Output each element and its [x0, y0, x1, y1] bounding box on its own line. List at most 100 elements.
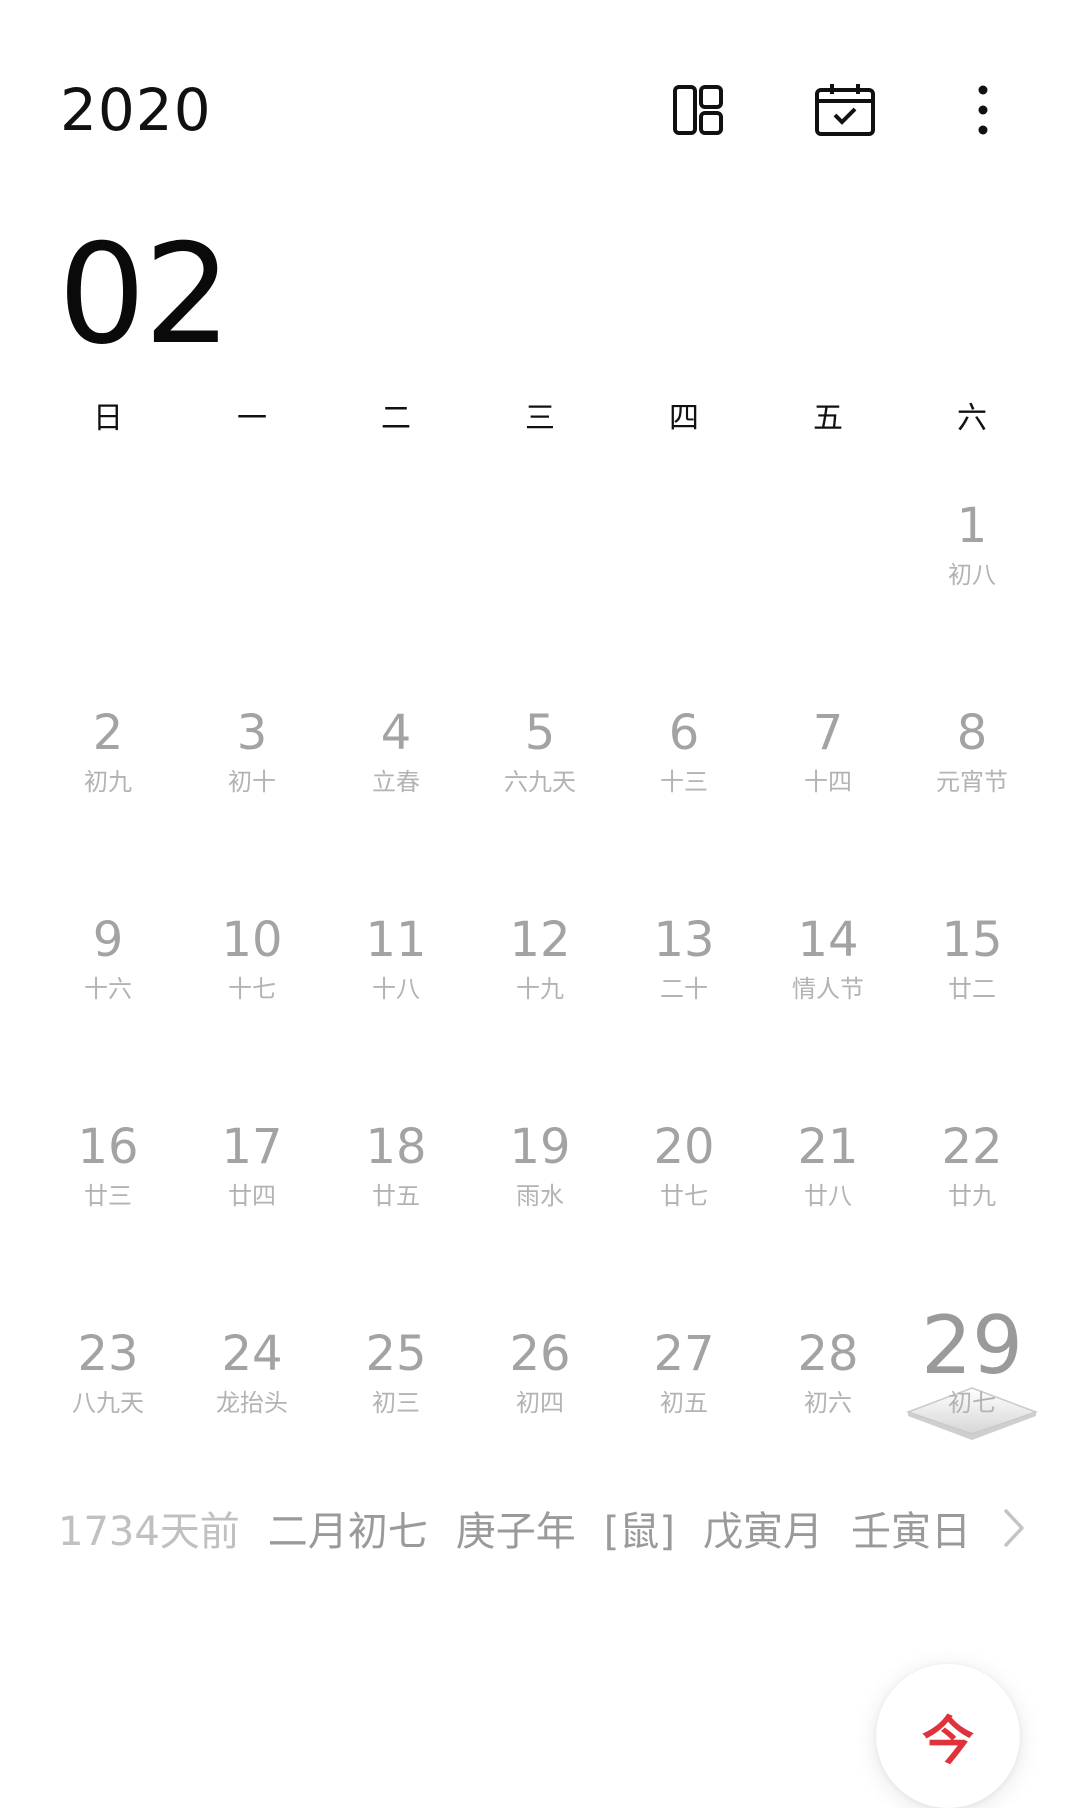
day-cell[interactable]: 7 十四 — [756, 687, 900, 894]
chevron-right-icon[interactable] — [999, 1504, 1028, 1552]
day-number: 6 — [668, 705, 700, 761]
empty-cell — [36, 480, 180, 687]
day-cell[interactable]: 13 二十 — [612, 894, 756, 1101]
layout-panels-icon[interactable] — [666, 78, 730, 142]
day-number: 14 — [797, 912, 859, 968]
day-cell[interactable]: 15 廿二 — [900, 894, 1044, 1101]
empty-cell — [756, 480, 900, 687]
day-cell[interactable]: 20 廿七 — [612, 1101, 756, 1308]
lunar-label: 十四 — [804, 768, 852, 796]
day-number: 7 — [812, 705, 844, 761]
weekday-wed: 三 — [525, 401, 555, 436]
more-vertical-icon[interactable] — [951, 78, 1015, 142]
date-info-bar[interactable]: 1734天前 二月初七 庚子年 [鼠] 戊寅月 壬寅日 — [58, 1498, 1028, 1558]
today-button-label: 今 — [921, 1711, 974, 1772]
day-number: 24 — [221, 1326, 283, 1382]
day-number: 23 — [77, 1326, 139, 1382]
lunar-label: 初五 — [660, 1389, 708, 1417]
year-title: 2020 — [60, 76, 212, 144]
day-cell[interactable]: 25 初三 — [324, 1308, 468, 1515]
lunar-label: 立春 — [372, 768, 420, 796]
day-ganzhi-label: 壬寅日 — [851, 1509, 972, 1555]
day-cell[interactable]: 5 六九天 — [468, 687, 612, 894]
empty-cell — [468, 480, 612, 687]
day-cell[interactable]: 12 十九 — [468, 894, 612, 1101]
today-button[interactable]: 今 — [876, 1664, 1020, 1808]
weekday-sun: 日 — [93, 401, 123, 436]
empty-cell — [324, 480, 468, 687]
day-cell[interactable]: 9 十六 — [36, 894, 180, 1101]
day-number: 5 — [524, 705, 556, 761]
day-number: 12 — [509, 912, 571, 968]
lunar-label: 十六 — [84, 975, 132, 1003]
day-number: 1 — [956, 498, 988, 554]
lunar-label: 初三 — [372, 1389, 420, 1417]
day-cell[interactable]: 17 廿四 — [180, 1101, 324, 1308]
lunar-label: 廿八 — [804, 1182, 852, 1210]
day-cell[interactable]: 18 廿五 — [324, 1101, 468, 1308]
lunar-label: 初十 — [228, 768, 276, 796]
day-cell[interactable]: 24 龙抬头 — [180, 1308, 324, 1515]
day-cell[interactable]: 22 廿九 — [900, 1101, 1044, 1308]
day-cell[interactable]: 27 初五 — [612, 1308, 756, 1515]
lunar-label: 廿五 — [372, 1182, 420, 1210]
lunar-label: 廿七 — [660, 1182, 708, 1210]
day-number: 13 — [653, 912, 715, 968]
lunar-label: 廿二 — [948, 975, 996, 1003]
lunar-label: 十九 — [516, 975, 564, 1003]
day-number: 19 — [509, 1119, 571, 1175]
weekday-mon: 一 — [237, 401, 267, 436]
day-number: 9 — [92, 912, 124, 968]
day-number: 25 — [365, 1326, 427, 1382]
calendar-check-icon[interactable] — [813, 78, 877, 142]
weekday-fri: 五 — [813, 401, 843, 436]
days-ago-label: 1734天前 — [58, 1509, 240, 1555]
weekday-header: 日 一 二 三 四 五 六 — [36, 394, 1044, 444]
day-number: 8 — [956, 705, 988, 761]
lunar-label: 廿四 — [228, 1182, 276, 1210]
day-cell[interactable]: 8 元宵节 — [900, 687, 1044, 894]
day-number: 11 — [365, 912, 427, 968]
lunar-label: 初八 — [948, 561, 996, 589]
lunar-label: 廿三 — [84, 1182, 132, 1210]
day-number: 4 — [380, 705, 412, 761]
lunar-label: 初九 — [84, 768, 132, 796]
day-number: 26 — [509, 1326, 571, 1382]
day-cell[interactable]: 2 初九 — [36, 687, 180, 894]
lunar-label: 二十 — [660, 975, 708, 1003]
year-ganzhi-label: 庚子年 — [455, 1509, 576, 1555]
day-cell[interactable]: 16 廿三 — [36, 1101, 180, 1308]
zodiac-label: [鼠] — [603, 1509, 676, 1555]
day-cell[interactable]: 29 初七 — [900, 1299, 1044, 1515]
day-number: 2 — [92, 705, 124, 761]
day-cell[interactable]: 26 初四 — [468, 1308, 612, 1515]
lunar-label: 八九天 — [72, 1389, 144, 1417]
lunar-label: 十三 — [660, 768, 708, 796]
day-cell[interactable]: 6 十三 — [612, 687, 756, 894]
day-cell[interactable]: 19 雨水 — [468, 1101, 612, 1308]
day-cell[interactable]: 10 十七 — [180, 894, 324, 1101]
day-number: 21 — [797, 1119, 859, 1175]
lunar-label: 元宵节 — [936, 768, 1008, 796]
empty-cell — [612, 480, 756, 687]
day-cell[interactable]: 1 初八 — [900, 480, 1044, 687]
day-cell[interactable]: 3 初十 — [180, 687, 324, 894]
weekday-sat: 六 — [957, 401, 987, 436]
day-cell[interactable]: 28 初六 — [756, 1308, 900, 1515]
day-cell[interactable]: 4 立春 — [324, 687, 468, 894]
day-number: 29 — [921, 1299, 1023, 1392]
day-number: 3 — [236, 705, 268, 761]
day-number: 28 — [797, 1326, 859, 1382]
day-number: 20 — [653, 1119, 715, 1175]
day-number: 10 — [221, 912, 283, 968]
lunar-label: 六九天 — [504, 768, 576, 796]
calendar-grid: 1 初八 2 初九 3 初十 4 立春 5 六九天 6 十三 7 十四 8 元宵节 9 十六 10 十七 11 十八 12 十… — [36, 480, 1044, 1515]
day-cell[interactable]: 21 廿八 — [756, 1101, 900, 1308]
day-number: 22 — [941, 1119, 1003, 1175]
day-cell[interactable]: 23 八九天 — [36, 1308, 180, 1515]
day-cell[interactable]: 14 情人节 — [756, 894, 900, 1101]
day-number: 27 — [653, 1326, 715, 1382]
lunar-label: 初七 — [948, 1389, 996, 1417]
lunar-label: 龙抬头 — [216, 1389, 288, 1417]
day-cell[interactable]: 11 十八 — [324, 894, 468, 1101]
